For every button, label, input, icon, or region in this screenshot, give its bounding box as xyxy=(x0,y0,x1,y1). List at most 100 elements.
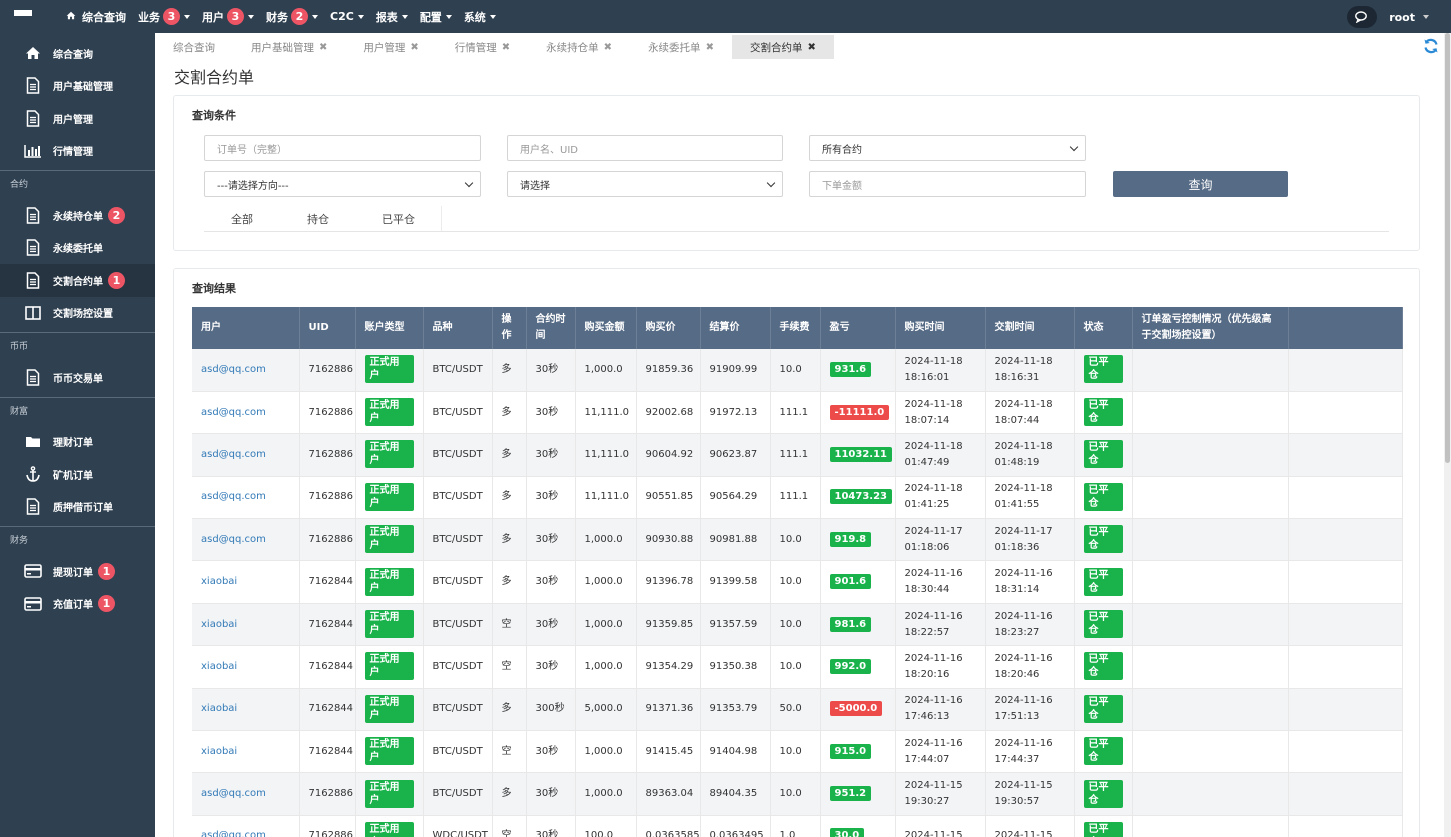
sidebar-item-9[interactable]: 理财订单 xyxy=(0,426,155,459)
filter-tab-0[interactable]: 全部 xyxy=(204,206,280,231)
sidebar-item-13[interactable]: 充值订单 1 xyxy=(0,588,155,621)
user-link[interactable]: asd@qq.com xyxy=(192,391,300,435)
tab-4[interactable]: 永续持仓单 ✖ xyxy=(528,35,630,59)
user-link[interactable]: xiaobai xyxy=(192,560,300,604)
settle-time-cell: 2024-11-16 18:31:14 xyxy=(985,560,1075,604)
status-cell: 已平仓 xyxy=(1074,688,1133,732)
fee-cell: 111.1 xyxy=(770,476,821,520)
close-icon[interactable]: ✖ xyxy=(706,42,714,53)
chevron-down-icon[interactable] xyxy=(1423,15,1429,19)
close-icon[interactable]: ✖ xyxy=(502,42,510,53)
extra-cell xyxy=(1288,349,1403,392)
tab-1[interactable]: 用户基础管理 ✖ xyxy=(233,35,345,59)
sidebar-item-7[interactable]: 交割场控设置 xyxy=(0,297,155,330)
sidebar-item-2[interactable]: 用户管理 xyxy=(0,102,155,135)
type-select[interactable]: 请选择 xyxy=(507,171,783,197)
period-cell: 30秒 xyxy=(526,772,576,816)
column-header: 交割时间 xyxy=(985,307,1075,349)
filter-tab-2[interactable]: 已平仓 xyxy=(356,206,442,231)
fee-cell: 111.1 xyxy=(770,433,821,477)
sidebar-item-10[interactable]: 矿机订单 xyxy=(0,458,155,491)
filter-tab-1[interactable]: 持仓 xyxy=(280,206,356,231)
order-number-input[interactable]: 订单号（完整） xyxy=(204,135,481,161)
buy-price-cell: 90551.85 xyxy=(636,476,701,520)
user-link[interactable]: asd@qq.com xyxy=(192,815,300,837)
buy-price-cell: 90604.92 xyxy=(636,433,701,477)
topnav-item-0[interactable]: 综合查询 xyxy=(66,9,126,25)
uid-cell: 7162886 xyxy=(299,391,356,435)
settle-time-cell: 2024-11-16 17:44:37 xyxy=(985,730,1075,774)
topnav-item-3[interactable]: 财务 2 xyxy=(266,8,318,25)
sidebar-item-12[interactable]: 提现订单 1 xyxy=(0,555,155,588)
close-icon[interactable]: ✖ xyxy=(410,42,418,53)
topnav-item-4[interactable]: C2C xyxy=(330,10,364,23)
tab-3[interactable]: 行情管理 ✖ xyxy=(437,35,528,59)
period-cell: 30秒 xyxy=(526,391,576,435)
operation-cell: 空 xyxy=(492,603,527,647)
document-icon xyxy=(24,77,42,95)
user-link[interactable]: xiaobai xyxy=(192,603,300,647)
count-badge: 1 xyxy=(108,271,125,289)
close-icon[interactable]: ✖ xyxy=(604,42,612,53)
extra-cell xyxy=(1288,688,1403,732)
tab-2[interactable]: 用户管理 ✖ xyxy=(345,35,436,59)
page-scrollbar[interactable] xyxy=(1444,33,1451,837)
operation-cell: 空 xyxy=(492,730,527,774)
sidebar-item-11[interactable]: 质押借币订单 xyxy=(0,491,155,524)
topnav-item-5[interactable]: 报表 xyxy=(376,9,408,25)
sidebar-item-0[interactable]: 综合查询 xyxy=(0,37,155,70)
column-header: 盈亏 xyxy=(820,307,896,349)
query-button[interactable]: 查询 xyxy=(1113,171,1288,197)
contract-select[interactable]: 所有合约 xyxy=(809,135,1086,161)
order-amount-input[interactable]: 下单金额 xyxy=(809,171,1086,197)
user-link[interactable]: asd@qq.com xyxy=(192,476,300,520)
close-icon[interactable]: ✖ xyxy=(807,42,815,53)
fee-cell: 50.0 xyxy=(770,688,821,732)
tab-5[interactable]: 永续委托单 ✖ xyxy=(630,35,732,59)
user-link[interactable]: asd@qq.com xyxy=(192,772,300,816)
fee-cell: 10.0 xyxy=(770,560,821,604)
sidebar-item-4[interactable]: 永续持仓单 2 xyxy=(0,199,155,232)
sidebar-item-label: 交割场控设置 xyxy=(53,309,113,321)
user-link[interactable]: xiaobai xyxy=(192,645,300,689)
columns-icon xyxy=(24,304,42,322)
user-link[interactable]: xiaobai xyxy=(192,730,300,774)
sidebar-item-1[interactable]: 用户基础管理 xyxy=(0,70,155,103)
topnav-item-2[interactable]: 用户 3 xyxy=(202,8,254,25)
count-badge: 2 xyxy=(291,8,308,25)
settle-price-cell: 91350.38 xyxy=(700,645,771,689)
direction-select[interactable]: ---请选择方向--- xyxy=(204,171,481,197)
symbol-cell: BTC/USDT xyxy=(423,730,493,774)
chat-button[interactable] xyxy=(1347,6,1378,28)
username-uid-input[interactable]: 用户名、UID xyxy=(507,135,783,161)
user-link[interactable]: asd@qq.com xyxy=(192,349,300,392)
topnav-item-1[interactable]: 业务 3 xyxy=(138,8,190,25)
buy-time-cell: 2024-11-16 18:30:44 xyxy=(895,560,986,604)
extra-cell xyxy=(1288,560,1403,604)
username-label[interactable]: root xyxy=(1389,11,1415,24)
tab-6[interactable]: 交割合约单 ✖ xyxy=(731,35,834,59)
period-cell: 30秒 xyxy=(526,815,576,837)
user-link[interactable]: asd@qq.com xyxy=(192,433,300,477)
symbol-cell: BTC/USDT xyxy=(423,433,493,477)
buy-time: 01:18:06 xyxy=(904,541,950,553)
sidebar-item-6[interactable]: 交割合约单 1 xyxy=(0,264,155,297)
tab-0[interactable]: 综合查询 xyxy=(155,35,233,59)
tab-label: 用户基础管理 xyxy=(251,41,314,54)
user-link[interactable]: asd@qq.com xyxy=(192,518,300,562)
scrollbar-thumb[interactable] xyxy=(1445,33,1450,463)
status-badge: 已平仓 xyxy=(1083,737,1123,766)
sidebar-item-8[interactable]: 币币交易单 xyxy=(0,361,155,394)
user-link[interactable]: xiaobai xyxy=(192,688,300,732)
menu-toggle-button[interactable] xyxy=(0,0,46,33)
topnav-label: 用户 xyxy=(202,10,224,24)
close-icon[interactable]: ✖ xyxy=(319,42,327,53)
settle-price-cell: 91909.99 xyxy=(700,349,771,392)
pnl-cell: 981.6 xyxy=(820,603,896,647)
refresh-button[interactable] xyxy=(1423,38,1439,57)
sidebar-item-3[interactable]: 行情管理 xyxy=(0,135,155,168)
topnav-item-6[interactable]: 配置 xyxy=(420,9,452,25)
topnav-item-7[interactable]: 系统 xyxy=(464,9,496,25)
sidebar-item-5[interactable]: 永续委托单 xyxy=(0,232,155,265)
table-row: asd@qq.com 7162886 正式用户 BTC/USDT 多 30秒 11,111.… xyxy=(192,391,1403,435)
